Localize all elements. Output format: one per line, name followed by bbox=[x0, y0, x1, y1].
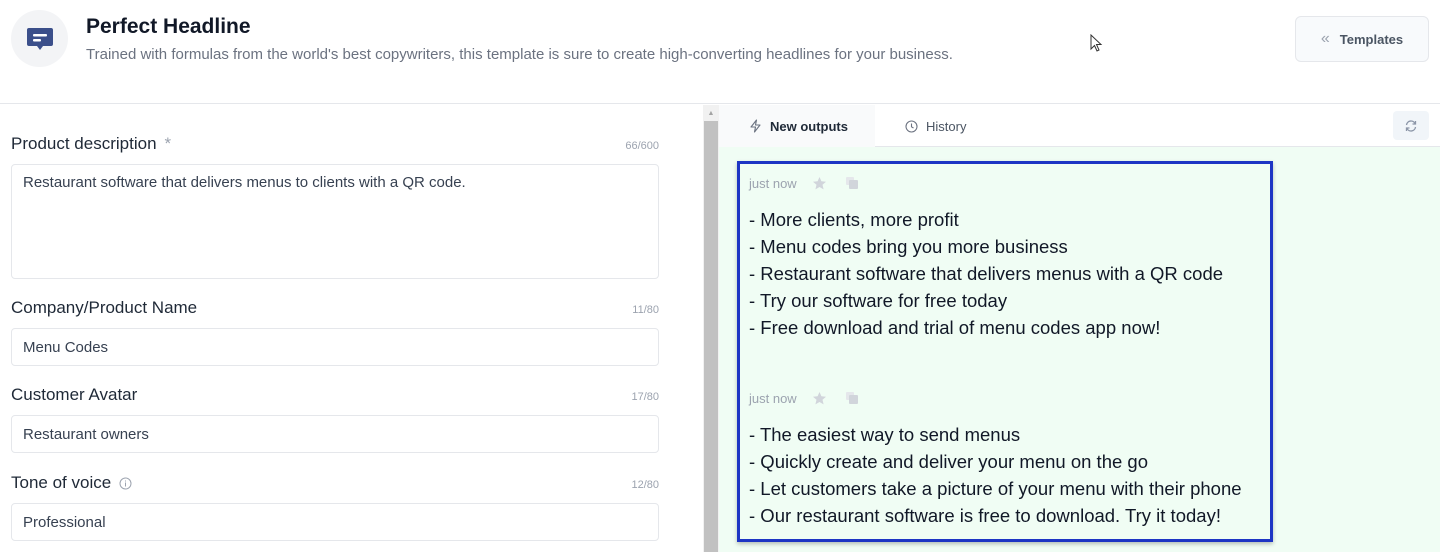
refresh-icon bbox=[1405, 119, 1417, 132]
copy-button[interactable] bbox=[843, 174, 861, 192]
results-tabs: New outputs History bbox=[719, 105, 1440, 147]
output-card: just now - The easiest way to send menus… bbox=[749, 389, 1269, 529]
output-timestamp: just now bbox=[749, 390, 797, 406]
output-card: just now - More clients, more profit - M… bbox=[749, 174, 1269, 341]
output-lines: - The easiest way to send menus - Quickl… bbox=[749, 421, 1269, 529]
tab-history-label: History bbox=[926, 118, 967, 134]
chat-message-icon bbox=[26, 27, 53, 50]
output-line: - The easiest way to send menus bbox=[749, 424, 1021, 445]
tone-of-voice-label: Tone of voice bbox=[11, 473, 112, 492]
page-subtitle: Trained with formulas from the world's b… bbox=[86, 46, 953, 63]
favorite-button[interactable] bbox=[811, 174, 829, 192]
refresh-button[interactable] bbox=[1393, 111, 1429, 140]
output-line: - More clients, more profit bbox=[749, 209, 959, 230]
tab-history[interactable]: History bbox=[875, 105, 988, 147]
copy-icon bbox=[845, 177, 858, 189]
info-icon[interactable] bbox=[119, 477, 132, 490]
page-header: Perfect Headline Trained with formulas f… bbox=[0, 0, 1440, 104]
tone-of-voice-field: Tone of voice 12/80 Professional bbox=[11, 473, 659, 541]
scrollbar-thumb[interactable] bbox=[704, 121, 718, 552]
tone-of-voice-input[interactable]: Professional bbox=[11, 503, 659, 541]
company-name-field: Company/Product Name 11/80 Menu Codes bbox=[11, 298, 659, 366]
outputs-highlight-box: just now - More clients, more profit - M… bbox=[737, 161, 1273, 542]
tab-new-outputs[interactable]: New outputs bbox=[719, 105, 875, 147]
customer-avatar-field: Customer Avatar 17/80 Restaurant owners bbox=[11, 385, 659, 453]
output-timestamp: just now bbox=[749, 175, 797, 191]
product-description-field: Product description * 66/600 Restaurant … bbox=[11, 134, 659, 279]
favorite-button[interactable] bbox=[811, 389, 829, 407]
product-description-input[interactable]: Restaurant software that delivers menus … bbox=[11, 164, 659, 279]
copy-button[interactable] bbox=[843, 389, 861, 407]
output-line: - Menu codes bring you more business bbox=[749, 236, 1068, 257]
char-counter: 17/80 bbox=[631, 391, 659, 403]
scroll-up-arrow-icon[interactable]: ▲ bbox=[703, 107, 719, 119]
templates-button[interactable]: « Templates bbox=[1295, 16, 1429, 62]
char-counter: 11/80 bbox=[632, 304, 659, 316]
company-name-label: Company/Product Name bbox=[11, 298, 198, 317]
output-line: - Restaurant software that delivers menu… bbox=[749, 263, 1224, 284]
lightning-icon bbox=[750, 119, 761, 133]
clock-icon bbox=[905, 119, 918, 133]
tab-new-outputs-label: New outputs bbox=[770, 118, 848, 134]
templates-button-label: Templates bbox=[1339, 31, 1404, 47]
mouse-cursor-icon bbox=[1090, 33, 1104, 59]
form-scrollbar[interactable]: ▲ bbox=[703, 105, 719, 552]
star-icon bbox=[813, 176, 827, 189]
chevrons-left-icon: « bbox=[1320, 30, 1330, 47]
output-line: - Our restaurant software is free to dow… bbox=[749, 505, 1221, 526]
company-name-input[interactable]: Menu Codes bbox=[11, 328, 659, 366]
char-counter: 12/80 bbox=[631, 479, 659, 491]
char-counter: 66/600 bbox=[625, 140, 659, 152]
template-logo bbox=[11, 10, 68, 67]
copy-icon bbox=[845, 392, 858, 404]
product-description-label: Product description bbox=[11, 134, 157, 153]
output-line: - Free download and trial of menu codes … bbox=[749, 317, 1161, 338]
results-panel: New outputs History just now - More clie… bbox=[719, 105, 1440, 552]
star-icon bbox=[813, 391, 827, 404]
input-form: Product description * 66/600 Restaurant … bbox=[0, 105, 702, 552]
output-lines: - More clients, more profit - Menu codes… bbox=[749, 206, 1269, 341]
customer-avatar-label: Customer Avatar bbox=[11, 385, 138, 404]
output-line: - Quickly create and deliver your menu o… bbox=[749, 451, 1148, 472]
page-title: Perfect Headline bbox=[86, 15, 251, 38]
customer-avatar-input[interactable]: Restaurant owners bbox=[11, 415, 659, 453]
output-line: - Try our software for free today bbox=[749, 290, 1008, 311]
output-line: - Let customers take a picture of your m… bbox=[749, 478, 1242, 499]
required-mark: * bbox=[164, 134, 172, 153]
